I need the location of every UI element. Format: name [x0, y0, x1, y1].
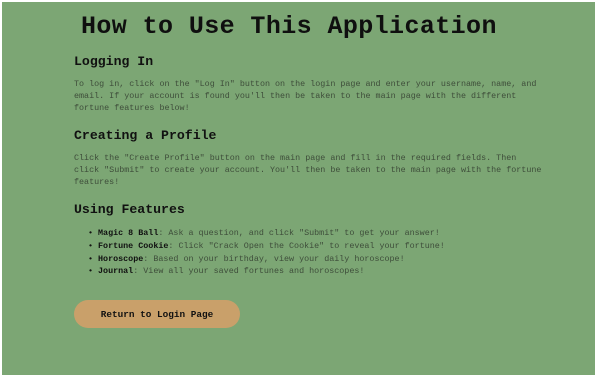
features-list: • Magic 8 Ball: Ask a question, and click… [88, 227, 445, 278]
feature-name: Magic 8 Ball [98, 228, 159, 238]
list-item: • Horoscope: Based on your birthday, view… [88, 253, 445, 266]
bullet-icon: • [88, 266, 94, 277]
return-to-login-button[interactable]: Return to Login Page [74, 300, 240, 328]
feature-name: Journal [98, 266, 134, 277]
feature-name: Fortune Cookie [98, 240, 169, 251]
section-heading-using-features: Using Features [74, 202, 185, 217]
bullet-icon: • [88, 240, 94, 251]
feature-description: : View all your saved fortunes and horos… [133, 266, 365, 277]
section-heading-logging-in: Logging In [74, 54, 154, 69]
section-heading-creating-profile: Creating a Profile [74, 128, 217, 143]
bullet-icon: • [88, 253, 94, 264]
section-text-creating-profile: Click the "Create Profile" button on the… [74, 153, 542, 187]
list-item: • Journal: View all your saved fortunes a… [88, 265, 445, 278]
feature-name: Horoscope [98, 253, 144, 264]
feature-description: : Click "Crack Open the Cookie" to revea… [168, 240, 445, 251]
section-text-logging-in: To log in, click on the "Log In" button … [74, 79, 537, 113]
feature-description: : Ask a question, and click "Submit" to … [158, 228, 440, 238]
list-item: • Magic 8 Ball: Ask a question, and click… [88, 227, 445, 240]
page-background: How to Use This Application Logging In T… [2, 2, 595, 375]
page-title: How to Use This Application [81, 12, 497, 41]
feature-description: : Based on your birthday, view your dail… [143, 253, 405, 264]
bullet-icon: • [88, 228, 94, 238]
list-item: • Fortune Cookie: Click "Crack Open the C… [88, 240, 445, 253]
